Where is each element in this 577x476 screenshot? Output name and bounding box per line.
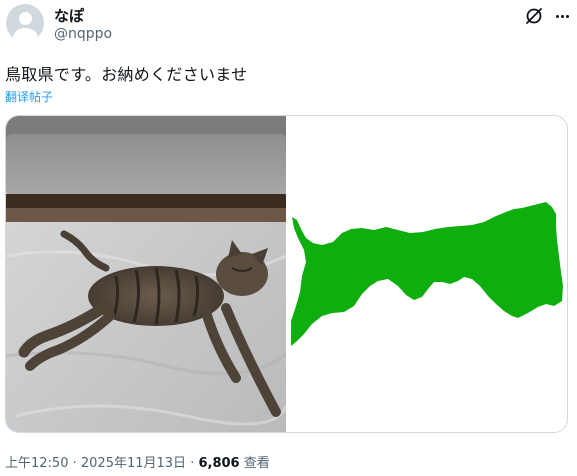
grok-icon[interactable]: [524, 6, 544, 26]
tweet-date[interactable]: 2025年11月13日: [81, 456, 186, 471]
tottori-map-shape: [291, 202, 563, 346]
views-count: 6,806: [198, 456, 240, 471]
views-label: 查看: [243, 456, 270, 471]
avatar[interactable]: [6, 4, 44, 42]
meta-separator: ·: [190, 456, 195, 471]
avatar-body-shape: [13, 28, 38, 42]
author-handle[interactable]: @nqppo: [54, 26, 112, 42]
cat-photo[interactable]: [6, 116, 288, 432]
tweet-text: 鳥取県です。お納めくださいませ: [5, 65, 248, 84]
avatar-head-shape: [19, 12, 32, 25]
translate-post-link[interactable]: 翻译帖子: [5, 88, 53, 105]
tweet-meta: 上午12:50 · 2025年11月13日 · 6,806 查看: [5, 452, 270, 471]
tottori-prefecture-map[interactable]: [288, 116, 567, 432]
more-icon[interactable]: [552, 6, 572, 26]
meta-separator: ·: [72, 456, 77, 471]
tweet-time[interactable]: 上午12:50: [5, 456, 68, 471]
media-grid: [5, 115, 568, 433]
author-display-name[interactable]: なぽ: [54, 5, 84, 26]
